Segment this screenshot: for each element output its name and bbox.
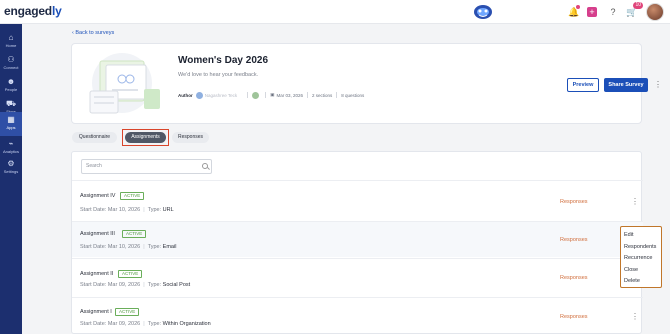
top-bar: engagedly 🔔 + ? 🛒 10 (0, 0, 670, 24)
responses-link[interactable]: Responses (560, 199, 588, 205)
status-badge: ACTIVE (118, 270, 143, 278)
assignment-name: Assignment IV (80, 193, 116, 199)
menu-item-respondents[interactable]: Respondents (621, 242, 661, 254)
mascot-icon[interactable] (472, 3, 494, 21)
menu-item-delete[interactable]: Delete (621, 276, 661, 288)
notification-count: 10 (633, 2, 643, 9)
calendar-icon: ▣ (270, 92, 275, 97)
responses-link[interactable]: Responses (560, 314, 588, 320)
add-icon[interactable]: + (585, 5, 599, 19)
sidebar-item-analytics[interactable]: ⌁ Analytics (0, 136, 22, 158)
cart-icon[interactable]: 🛒 10 (625, 2, 643, 19)
assignment-name: Assignment II (80, 271, 114, 277)
survey-title: Women's Day 2026 (178, 55, 269, 66)
sidebar: ⌂Home ⚇Connect ☻People ⛟Store ▦Apps ⌁Ana… (0, 24, 22, 334)
search-icon (202, 163, 208, 169)
survey-illustration (89, 53, 160, 114)
collaborator-avatar (252, 91, 260, 99)
survey-meta: Author Nagashree Teck ▣ Mar 03, 2026 2 s… (178, 90, 364, 100)
status-badge: ACTIVE (115, 308, 140, 316)
assignment-row[interactable]: Assignment IV ACTIVE Start Date: Mar 10,… (72, 185, 643, 220)
author-avatar (195, 91, 203, 99)
home-icon: ⌂ (8, 33, 14, 42)
assignment-meta: Start Date: Mar 10, 2026 | Type: Email (80, 244, 177, 250)
menu-item-edit[interactable]: Edit (621, 230, 661, 242)
cart-icon: ⛟ (5, 99, 17, 108)
survey-date: Mar 03, 2026 (276, 92, 303, 98)
survey-header-card: Women's Day 2026 We'd love to hear your … (71, 43, 662, 124)
status-badge: ACTIVE (120, 192, 145, 200)
author-name: Nagashree Teck (204, 92, 238, 98)
sections-count: 2 sections (311, 92, 333, 98)
assignment-row[interactable]: Assignment II ACTIVE Start Date: Mar 09,… (72, 262, 643, 297)
survey-more-icon[interactable]: ⋮ (654, 81, 662, 89)
assignment-meta: Start Date: Mar 09, 2026 | Type: Social Po… (80, 282, 191, 288)
sidebar-item-home[interactable]: ⌂ Home (0, 30, 22, 52)
assignment-name: Assignment I (80, 309, 112, 315)
connect-icon: ⚇ (7, 55, 15, 64)
search-input[interactable]: Search (81, 159, 212, 174)
assignments-panel: Search Assignment IV ACTIVE Start Date: … (71, 151, 643, 334)
help-icon[interactable]: ? (606, 5, 620, 19)
assignment-meta: Start Date: Mar 09, 2026 | Type: Within Or… (80, 321, 211, 327)
user-avatar[interactable] (646, 3, 664, 21)
back-to-surveys-link[interactable]: ‹ Back to surveys (72, 30, 114, 36)
assignment-row[interactable]: Assignment III ACTIVE Start Date: Mar 10… (72, 222, 643, 257)
status-badge: ACTIVE (122, 230, 147, 238)
assignment-row[interactable]: Assignment I ACTIVE Start Date: Mar 09, … (72, 299, 643, 334)
tab-responses[interactable]: Responses (172, 132, 209, 143)
analytics-icon: ⌁ (8, 139, 14, 148)
assignment-context-menu: Edit Respondents Recurrence Close Delete (620, 226, 662, 288)
share-survey-button[interactable]: Share Survey (604, 78, 648, 92)
survey-subtitle: We'd love to hear your feedback. (178, 72, 259, 78)
responses-link[interactable]: Responses (560, 237, 588, 243)
people-icon: ☻ (6, 77, 16, 86)
preview-button[interactable]: Preview (567, 78, 599, 92)
app-logo[interactable]: engagedly (4, 4, 62, 18)
menu-item-recurrence[interactable]: Recurrence (621, 253, 661, 265)
tab-questionnaire[interactable]: Questionnaire (72, 132, 117, 143)
assignment-name: Assignment III (80, 231, 115, 237)
responses-link[interactable]: Responses (560, 275, 588, 281)
questions-count: 8 questions (341, 92, 365, 98)
author-label: Author (178, 92, 193, 98)
apps-icon: ▦ (7, 115, 15, 124)
row-more-icon[interactable]: ⋮ (631, 197, 639, 206)
settings-icon: ⚙ (7, 159, 15, 168)
main-content: ‹ Back to surveys Women's Day 2026 We'd … (22, 24, 670, 334)
sidebar-item-settings[interactable]: ⚙ Settings (0, 156, 22, 178)
sidebar-item-people[interactable]: ☻ People (0, 74, 22, 96)
bell-icon[interactable]: 🔔 (567, 5, 581, 19)
tab-assignments-highlight (122, 129, 169, 146)
menu-item-close[interactable]: Close (621, 265, 661, 277)
row-more-icon[interactable]: ⋮ (631, 312, 639, 321)
sidebar-item-apps[interactable]: ▦ Apps (0, 112, 22, 136)
assignment-meta: Start Date: Mar 10, 2026 | Type: URL (80, 207, 174, 213)
sidebar-item-connect[interactable]: ⚇ Connect (0, 52, 22, 74)
